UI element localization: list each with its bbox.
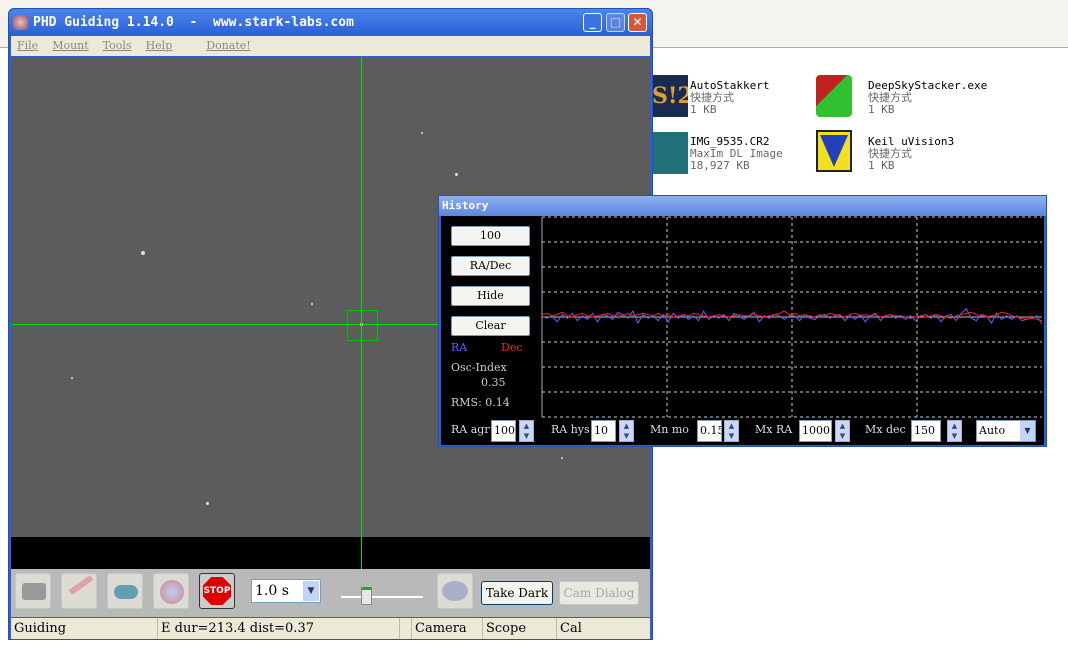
length-button[interactable]: 100 [451,226,530,246]
cam-dialog-button[interactable]: Cam Dialog [559,581,639,605]
image-bottom-band [11,537,650,569]
close-button[interactable]: ✕ [628,13,647,32]
file-item[interactable]: Keil uVision3 快捷方式 1 KB [868,136,954,172]
stop-icon: STOP [203,577,231,605]
menu-tools[interactable]: Tools [103,39,132,52]
brain-icon [442,581,468,601]
minimize-button[interactable]: _ [583,13,602,32]
mx-ra-spinner[interactable]: ▲ ▼ [835,420,850,442]
arrows-icon [114,585,138,599]
mode-select[interactable]: Auto ▼ [976,420,1036,442]
hide-button[interactable]: Hide [451,286,530,306]
mx-dec-spinner[interactable]: ▲ ▼ [947,420,962,442]
menu-bar: File Mount Tools Help Donate! [11,36,650,56]
title-bar[interactable]: PHD Guiding 1.14.0 - www.stark-labs.com … [9,9,652,36]
file-item[interactable]: DeepSkyStacker.exe 快捷方式 1 KB [868,80,987,116]
file-item[interactable]: AutoStakkert 快捷方式 1 KB [690,80,769,116]
keil-icon[interactable] [816,130,852,172]
status-info: E dur=213.4 dist=0.37 [157,618,314,639]
exposure-select[interactable]: 1.0 s ▼ [251,579,321,603]
history-window: History 100 RA/Dec Hide Clear RA Dec Osc… [438,195,1047,447]
guide-graph [541,216,1043,418]
toolbar: STOP 1.0 s ▼ Take Dark Cam Dialog [11,569,650,617]
menu-file[interactable]: File [17,39,38,52]
status-cal: Cal [556,618,582,639]
history-title-bar[interactable]: History [439,196,1046,216]
loop-exposure-button[interactable] [15,573,51,609]
autostakkert-icon[interactable]: S!2 [652,75,688,117]
take-dark-button[interactable]: Take Dark [481,581,553,605]
rms-value: RMS: 0.14 [451,396,510,409]
deepskystacker-icon[interactable] [816,75,852,117]
ra-hys-spinner[interactable]: ▲ ▼ [619,420,634,442]
menu-mount[interactable]: Mount [52,39,88,52]
gamma-slider-thumb[interactable] [361,587,372,605]
mn-mo-spinner[interactable]: ▲ ▼ [724,420,739,442]
brain-button[interactable] [437,573,473,609]
file-item[interactable]: IMG_9535.CR2 MaxIm DL Image 18,927 KB [690,136,783,172]
menu-donate[interactable]: Donate! [206,39,250,52]
phd-logo-icon [160,580,184,604]
maxim-image-icon[interactable] [652,132,688,174]
crosshair-vertical [361,57,362,569]
guide-button[interactable] [153,573,189,609]
legend-dec: Dec [501,341,523,354]
chevron-down-icon: ▼ [1020,421,1035,441]
status-camera: Camera [411,618,467,639]
ra-dec-button[interactable]: RA/Dec [451,256,530,276]
calibrate-button[interactable] [107,573,143,609]
osc-index-label: Osc-Index [451,361,507,374]
mx-ra-input[interactable]: 1000 [799,420,832,442]
mn-mo-input[interactable]: 0.15 [697,420,722,442]
stop-button[interactable]: STOP [199,573,235,609]
osc-index-value: 0.35 [481,376,506,389]
status-state: Guiding [14,621,67,636]
legend-ra: RA [451,341,468,354]
connect-scope-button[interactable] [61,573,97,609]
gamma-slider-track[interactable] [341,596,423,598]
ra-agr-input[interactable]: 100 [491,420,516,442]
camera-icon [22,583,46,600]
app-icon [13,15,28,30]
telescope-icon [68,575,94,595]
chevron-down-icon: ▼ [303,581,319,601]
ra-hys-input[interactable]: 10 [591,420,616,442]
clear-button[interactable]: Clear [451,316,530,336]
maximize-button[interactable]: □ [606,13,625,32]
mx-dec-input[interactable]: 150 [911,420,941,442]
status-scope: Scope [482,618,526,639]
history-body: 100 RA/Dec Hide Clear RA Dec Osc-Index 0… [441,216,1044,445]
status-bar: Guiding E dur=213.4 dist=0.37 Camera Sco… [11,618,650,639]
ra-agr-spinner[interactable]: ▲ ▼ [519,420,534,442]
menu-help[interactable]: Help [146,39,173,52]
